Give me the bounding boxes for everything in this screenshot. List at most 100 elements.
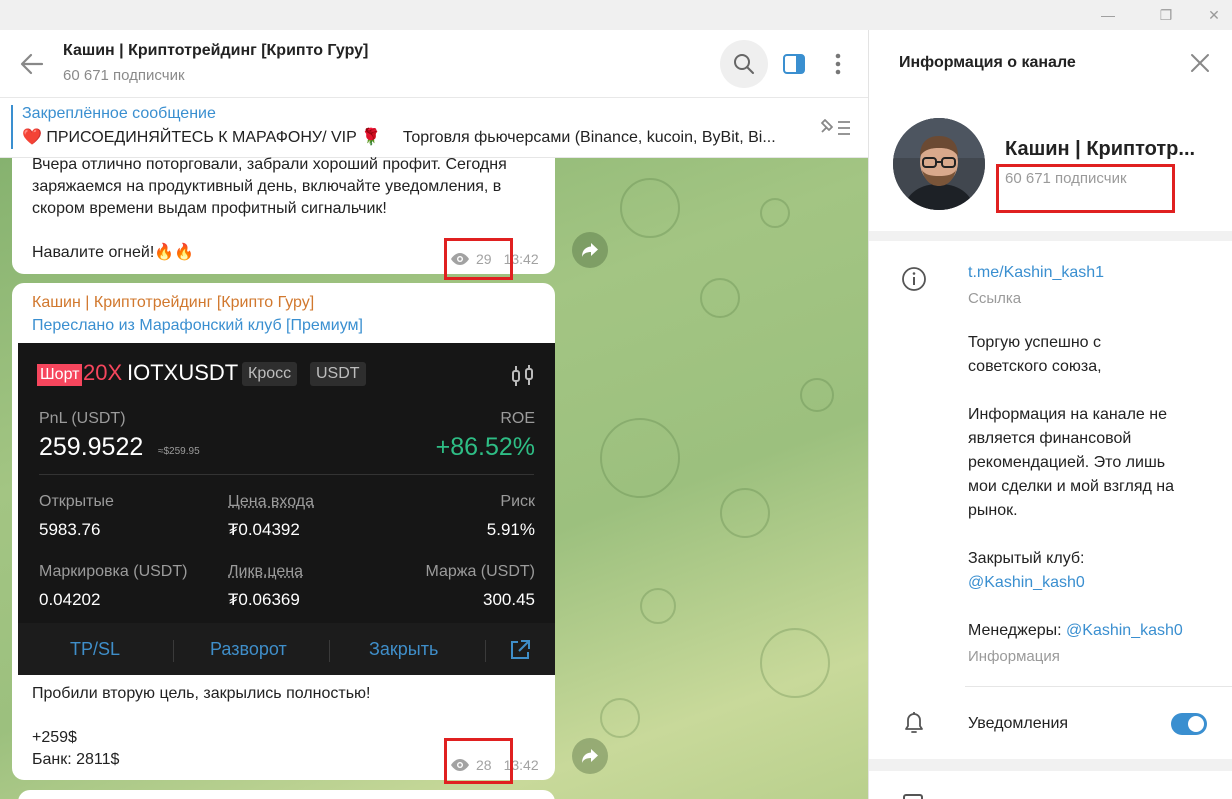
mark-label: Маркировка (USDT)	[39, 563, 188, 580]
description-line: Информация на канале не	[968, 406, 1167, 423]
doodle-shape	[640, 588, 676, 624]
message-bubble[interactable]	[18, 790, 555, 799]
message-author[interactable]: Кашин | Криптотрейдинг [Крипто Гуру]	[32, 294, 314, 312]
entry-value: ₮0.04392	[228, 520, 300, 539]
description-line: рынок.	[968, 502, 1018, 519]
share-button[interactable]	[572, 232, 608, 268]
reverse-button[interactable]: Разворот	[210, 639, 287, 660]
share-arrow-icon	[582, 243, 598, 257]
risk-label: Риск	[500, 493, 535, 510]
mark-value: 0.04202	[39, 590, 101, 609]
pinned-text-main: ПРИСОЕДИНЯЙТЕСЬ К МАРАФОНУ/ VIP	[46, 129, 357, 146]
chat-header: Кашин | Криптотрейдинг [Крипто Гуру] 60 …	[0, 30, 868, 98]
margin-mode-tag: Кросс	[242, 362, 298, 386]
managers: Менеджеры: @Kashin_kash0	[968, 619, 1183, 643]
pinned-title: Закреплённое сообщение	[22, 105, 216, 122]
open-label: Открытые	[39, 493, 114, 510]
liq-label: Ликв.цена	[228, 563, 303, 580]
media-icon	[903, 794, 923, 799]
highlight-box	[444, 738, 513, 784]
pinned-message[interactable]: Закреплённое сообщение ❤️ ПРИСОЕДИНЯЙТЕС…	[0, 98, 868, 158]
share-out-icon[interactable]	[508, 638, 532, 662]
pnl-label: PnL (USDT)	[39, 410, 126, 427]
open-value: 5983.76	[39, 520, 101, 539]
avatar-photo	[893, 118, 985, 210]
sidebar-toggle-button[interactable]	[770, 40, 818, 88]
notifications-toggle[interactable]	[1171, 713, 1207, 735]
close-position-button[interactable]: Закрыть	[369, 639, 438, 660]
heart-emoji: ❤️	[22, 129, 42, 146]
pnl-value: 259.9522	[39, 433, 144, 461]
managers-label: Менеджеры:	[968, 622, 1062, 639]
section-divider	[869, 231, 1232, 241]
close-icon[interactable]	[1187, 50, 1213, 76]
share-button[interactable]	[572, 738, 608, 774]
channel-description-2: Информация на канале не является финансо…	[968, 403, 1174, 523]
description-line: является финансовой	[968, 430, 1132, 447]
info-label: Информация	[968, 648, 1060, 665]
forwarded-from[interactable]: Переслано из Марафонский клуб [Премиум]	[32, 317, 363, 335]
message-line: Пробили вторую цель, закрылись полностью…	[32, 685, 371, 702]
tpsl-button[interactable]: TP/SL	[70, 639, 120, 660]
more-vertical-icon	[835, 53, 841, 75]
doodle-shape	[800, 378, 834, 412]
pnl-approx: ≈$259.95	[158, 446, 200, 457]
entry-label: Цена входа	[228, 493, 315, 510]
maximize-button[interactable]: ❐	[1148, 0, 1184, 30]
bell-icon	[905, 712, 923, 733]
close-window-button[interactable]: ✕	[1196, 0, 1232, 30]
roe-value: +86.52%	[435, 433, 535, 461]
description-line: Торгую успешно с	[968, 334, 1101, 351]
margin-label: Маржа (USDT)	[425, 563, 535, 580]
message-line: заряжаемся на продуктивный день, включай…	[32, 178, 502, 195]
row-divider	[965, 686, 1232, 687]
club-link[interactable]: @Kashin_kash0	[968, 571, 1085, 595]
minimize-button[interactable]: —	[1090, 0, 1126, 30]
doodle-shape	[760, 198, 790, 228]
notifications-label: Уведомления	[968, 715, 1069, 732]
channel-description-1: Торгую успешно с советского союза,	[968, 331, 1102, 379]
sidebar-icon	[783, 54, 805, 74]
short-label: Шорт	[37, 364, 83, 386]
trade-card-image[interactable]: Шорт 20X IOTXUSDT Кросс USDT PnL (USDT) …	[18, 343, 555, 675]
share-arrow-icon	[582, 749, 598, 763]
description-line: рекомендацией. Это лишь	[968, 454, 1166, 471]
chat-title[interactable]: Кашин | Криптотрейдинг [Крипто Гуру]	[63, 42, 368, 60]
managers-link[interactable]: @Kashin_kash0	[1066, 622, 1183, 639]
description-line: советского союза,	[968, 358, 1102, 375]
button-separator	[329, 640, 330, 662]
doodle-shape	[720, 488, 770, 538]
message-line: Вчера отлично поторговали, забрали хорош…	[32, 156, 507, 173]
info-panel-title: Информация о канале	[899, 54, 1076, 71]
chat-subscribers: 60 671 подписчик	[63, 67, 185, 84]
more-menu-button[interactable]	[814, 40, 862, 88]
search-icon	[734, 54, 754, 74]
doodle-shape	[600, 418, 680, 498]
doodle-shape	[760, 628, 830, 698]
back-arrow-icon[interactable]	[18, 50, 46, 78]
message-line: скором времени выдам профитный сигнальчи…	[32, 200, 387, 217]
doodle-shape	[600, 698, 640, 738]
card-divider	[39, 474, 534, 475]
channel-link[interactable]: t.me/Kashin_kash1	[968, 261, 1104, 285]
liq-value: ₮0.06369	[228, 590, 300, 609]
window-titlebar: — ❐ ✕	[0, 0, 1232, 30]
candles-icon	[512, 365, 533, 386]
leverage-label: 20X	[83, 360, 123, 385]
risk-value: 5.91%	[486, 520, 535, 539]
rose-emoji: 🌹	[360, 129, 381, 146]
search-button[interactable]	[720, 40, 768, 88]
channel-info-panel: Информация о канале Кашин | Криптотр... …	[868, 30, 1232, 799]
description-line: мои сделки и мой взгляд на	[968, 478, 1175, 495]
button-separator	[485, 640, 486, 662]
highlight-box	[996, 164, 1175, 213]
channel-name: Кашин | Криптотр...	[1005, 138, 1196, 160]
pair-label: IOTXUSDT	[127, 360, 239, 385]
pinned-indicator	[11, 105, 13, 149]
channel-avatar[interactable]	[893, 118, 985, 210]
info-icon	[902, 267, 926, 291]
margin-value: 300.45	[483, 590, 535, 609]
section-divider	[869, 759, 1232, 771]
pinned-list-icon[interactable]	[818, 114, 854, 140]
